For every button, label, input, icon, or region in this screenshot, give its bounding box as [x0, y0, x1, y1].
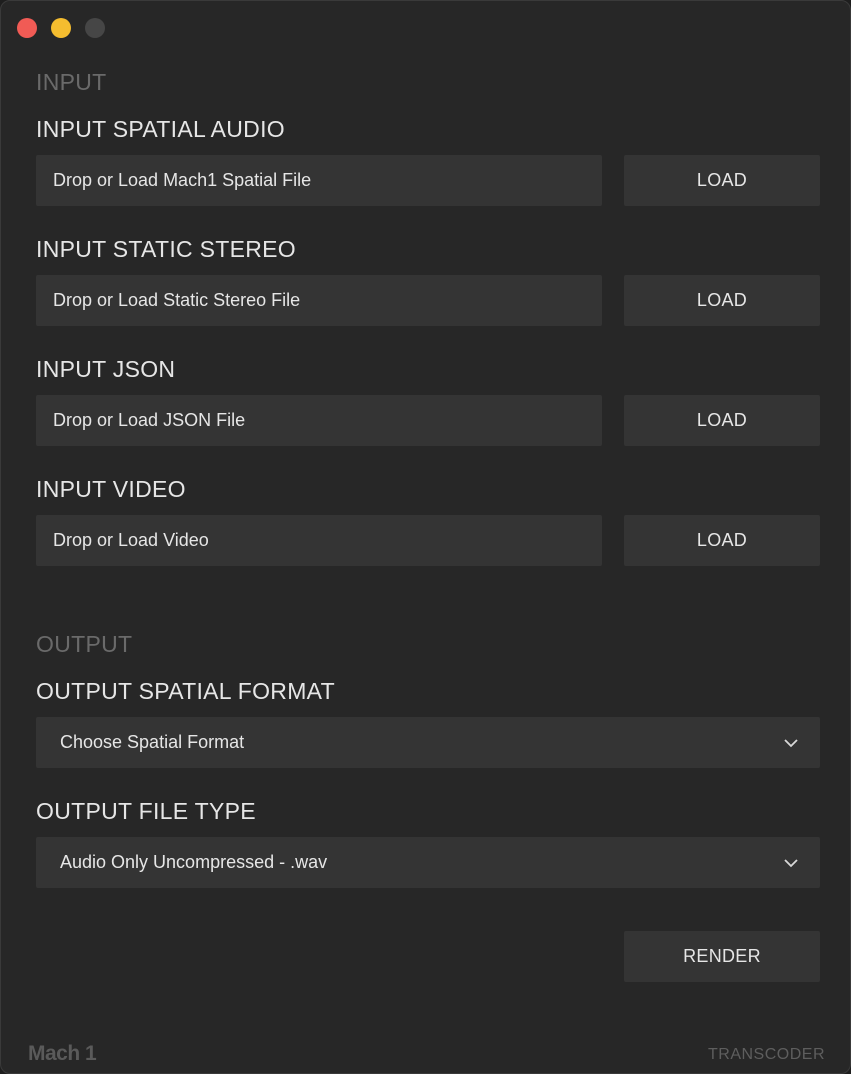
json-drop-field[interactable]: Drop or Load JSON File [36, 395, 602, 446]
input-spatial-audio-label: INPUT SPATIAL AUDIO [36, 116, 285, 142]
input-json-label: INPUT JSON [36, 356, 176, 382]
spatial-format-select[interactable]: Choose Spatial Format [36, 717, 820, 768]
window-controls [17, 18, 105, 38]
output-section-title: OUTPUT [36, 631, 133, 657]
static-stereo-drop-field[interactable]: Drop or Load Static Stereo File [36, 275, 602, 326]
file-type-value: Audio Only Uncompressed - .wav [60, 852, 328, 872]
mach1-logo: Mach 1 [28, 1042, 97, 1065]
render-button[interactable]: RENDER [624, 931, 820, 982]
file-type-select[interactable]: Audio Only Uncompressed - .wav [36, 837, 820, 888]
load-spatial-audio-button[interactable]: LOAD [624, 155, 820, 206]
output-spatial-format-label: OUTPUT SPATIAL FORMAT [36, 678, 335, 704]
load-static-stereo-button[interactable]: LOAD [624, 275, 820, 326]
spatial-format-value: Choose Spatial Format [60, 732, 245, 752]
spatial-audio-drop-field[interactable]: Drop or Load Mach1 Spatial File [36, 155, 602, 206]
close-window-button[interactable] [17, 18, 37, 38]
output-file-type-label: OUTPUT FILE TYPE [36, 798, 256, 824]
input-static-stereo-label: INPUT STATIC STEREO [36, 236, 297, 262]
app-window: INPUT INPUT SPATIAL AUDIO Drop or Load M… [0, 0, 851, 1074]
input-video-label: INPUT VIDEO [36, 476, 186, 502]
maximize-window-button [85, 18, 105, 38]
chevron-down-icon [782, 857, 800, 869]
input-section-title: INPUT [36, 69, 107, 95]
load-video-button[interactable]: LOAD [624, 515, 820, 566]
load-json-button[interactable]: LOAD [624, 395, 820, 446]
chevron-down-icon [782, 737, 800, 749]
video-drop-field[interactable]: Drop or Load Video [36, 515, 602, 566]
minimize-window-button[interactable] [51, 18, 71, 38]
app-tagline: TRANSCODER [707, 1046, 825, 1063]
